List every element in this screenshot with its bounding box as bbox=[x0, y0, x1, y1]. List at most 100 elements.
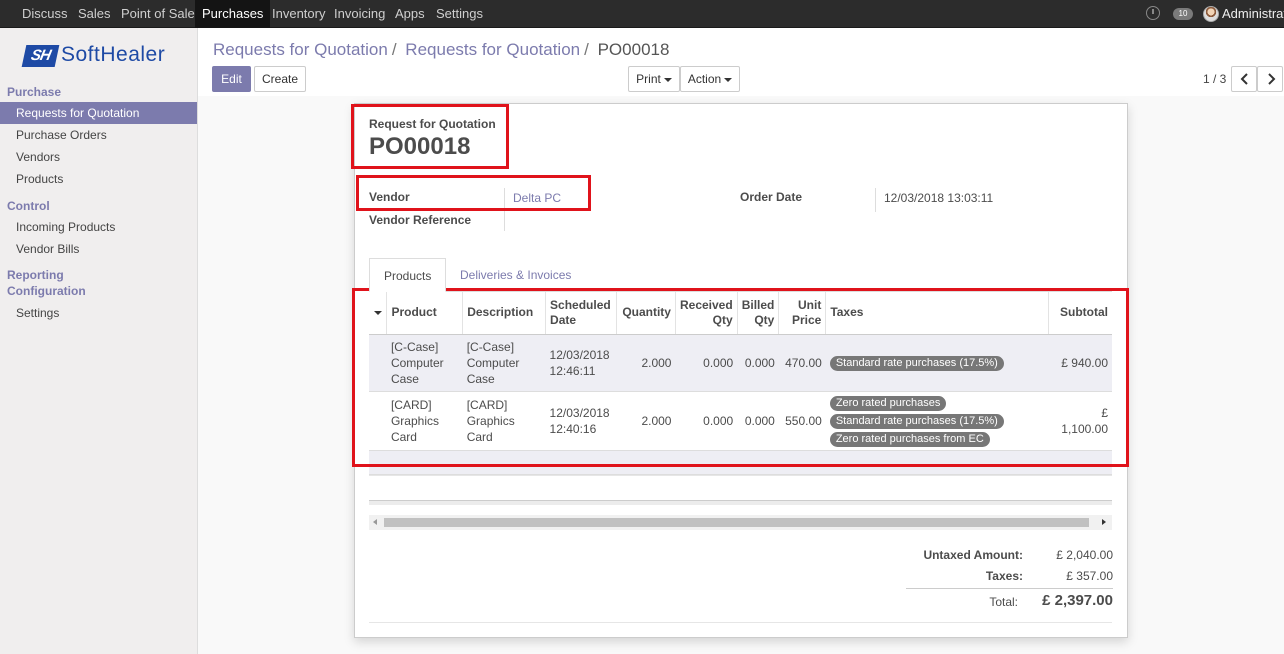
edit-button[interactable]: Edit bbox=[212, 66, 251, 92]
print-label: Print bbox=[636, 72, 661, 86]
table-row[interactable]: [C-Case] Computer Case [C-Case] Computer… bbox=[369, 334, 1112, 392]
taxes-label: Taxes: bbox=[985, 569, 1023, 583]
column-header-subtotal[interactable]: Subtotal bbox=[1047, 292, 1112, 335]
tab-products[interactable]: Products bbox=[369, 258, 447, 292]
menu-discuss[interactable]: Discuss bbox=[15, 0, 75, 28]
pager-previous-button[interactable] bbox=[1231, 66, 1257, 92]
sidebar-item-settings[interactable]: Settings bbox=[0, 302, 197, 324]
tax-tag: Zero rated purchases bbox=[829, 395, 947, 411]
cell-subtotal: £ 940.00 bbox=[1048, 334, 1112, 392]
cell-description: [C-Case] Computer Case bbox=[462, 334, 546, 392]
sidebar-item-requests-for-quotation[interactable]: Requests for Quotation bbox=[0, 102, 197, 124]
cell-product: [CARD] Graphics Card bbox=[386, 391, 463, 451]
sidebar-section-purchase[interactable]: Purchase bbox=[7, 84, 61, 100]
cell-subtotal: £ 1,100.00 bbox=[1048, 391, 1112, 451]
sidebar-item-vendors[interactable]: Vendors bbox=[0, 146, 197, 168]
sidebar-item-products[interactable]: Products bbox=[0, 168, 197, 190]
breadcrumb-link-1[interactable]: Requests for Quotation bbox=[213, 40, 388, 59]
breadcrumb-current: PO00018 bbox=[597, 40, 670, 59]
table-empty-row[interactable] bbox=[369, 450, 1112, 475]
menu-settings[interactable]: Settings bbox=[429, 0, 490, 28]
cell-scheduled-date: 12/03/2018 12:46:11 bbox=[545, 334, 617, 392]
sidebar: SH SoftHealer Purchase Requests for Quot… bbox=[0, 28, 198, 654]
total-value: £ 2,397.00 bbox=[1042, 592, 1113, 609]
sidebar-item-purchase-orders[interactable]: Purchase Orders bbox=[0, 124, 197, 146]
column-header-quantity[interactable]: Quantity bbox=[616, 292, 676, 335]
tab-deliveries-invoices[interactable]: Deliveries & Invoices bbox=[446, 258, 585, 292]
scrollbar-thumb[interactable] bbox=[384, 518, 1089, 527]
sidebar-item-incoming-products[interactable]: Incoming Products bbox=[0, 216, 197, 238]
user-menu[interactable]: Administrato bbox=[1222, 0, 1284, 28]
breadcrumb: Requests for Quotation / Requests for Quo… bbox=[213, 40, 670, 59]
vendor-link[interactable]: Delta PC bbox=[513, 191, 561, 205]
table-row[interactable]: [CARD] Graphics Card [CARD] Graphics Car… bbox=[369, 391, 1112, 451]
cell-taxes: Zero rated purchases Standard rate purch… bbox=[825, 391, 1049, 451]
caret-down-icon bbox=[373, 311, 382, 316]
sidebar-item-vendor-bills[interactable]: Vendor Bills bbox=[0, 238, 197, 260]
table-header-row: Product Description Scheduled Date Quant… bbox=[369, 292, 1112, 335]
logo-mark: SH bbox=[21, 45, 60, 67]
user-avatar[interactable] bbox=[1203, 6, 1219, 22]
column-header-billed-qty[interactable]: Billed Qty bbox=[736, 292, 779, 335]
cell-product: [C-Case] Computer Case bbox=[386, 334, 463, 392]
breadcrumb-link-2[interactable]: Requests for Quotation bbox=[405, 40, 580, 59]
tax-tag: Standard rate purchases (17.5%) bbox=[829, 355, 1004, 371]
cell-received-qty: 0.000 bbox=[675, 334, 738, 392]
tax-tag: Zero rated purchases from EC bbox=[829, 431, 990, 447]
cell-unit-price: 550.00 bbox=[778, 391, 826, 451]
pager-value[interactable]: 1 / 3 bbox=[1203, 72, 1226, 86]
total-label: Total: bbox=[989, 595, 1018, 609]
chevron-left-icon bbox=[1240, 73, 1248, 85]
column-options-toggle[interactable] bbox=[369, 292, 387, 335]
scroll-left-icon[interactable] bbox=[373, 519, 377, 525]
column-header-taxes[interactable]: Taxes bbox=[825, 292, 1049, 335]
menu-point-of-sale[interactable]: Point of Sale bbox=[114, 0, 202, 28]
cell-quantity: 2.000 bbox=[616, 334, 676, 392]
print-button[interactable]: Print bbox=[628, 66, 680, 92]
menu-apps[interactable]: Apps bbox=[388, 0, 432, 28]
cell-scheduled-date: 12/03/2018 12:40:16 bbox=[545, 391, 617, 451]
column-header-product[interactable]: Product bbox=[386, 292, 463, 335]
sidebar-section-control[interactable]: Control bbox=[7, 198, 50, 214]
cell-billed-qty: 0.000 bbox=[737, 391, 779, 451]
scroll-right-icon[interactable] bbox=[1102, 519, 1106, 525]
menu-purchases[interactable]: Purchases bbox=[195, 0, 271, 28]
table-footer bbox=[369, 500, 1112, 505]
action-button[interactable]: Action bbox=[680, 66, 740, 92]
chevron-right-icon bbox=[1268, 73, 1276, 85]
cell-taxes: Standard rate purchases (17.5%) bbox=[825, 334, 1049, 392]
column-header-description[interactable]: Description bbox=[462, 292, 546, 335]
create-button[interactable]: Create bbox=[254, 66, 306, 92]
divider bbox=[369, 622, 1112, 623]
order-lines-table: Product Description Scheduled Date Quant… bbox=[369, 292, 1112, 475]
vendor-reference-label: Vendor Reference bbox=[369, 213, 472, 227]
menu-inventory[interactable]: Inventory bbox=[265, 0, 332, 28]
divider bbox=[369, 475, 1112, 476]
document-type: Request for Quotation bbox=[369, 117, 496, 131]
top-navbar: Discuss Sales Point of Sale Purchases In… bbox=[0, 0, 1284, 28]
vendor-label: Vendor bbox=[369, 190, 410, 204]
untaxed-amount-value: £ 2,040.00 bbox=[1056, 548, 1113, 562]
column-header-unit-price[interactable]: Unit Price bbox=[778, 292, 826, 335]
menu-invoicing[interactable]: Invoicing bbox=[327, 0, 392, 28]
column-header-scheduled-date[interactable]: Scheduled Date bbox=[545, 292, 617, 335]
untaxed-amount-label: Untaxed Amount: bbox=[923, 548, 1023, 562]
caret-down-icon bbox=[724, 77, 733, 82]
horizontal-scrollbar[interactable] bbox=[369, 515, 1112, 530]
cell-quantity: 2.000 bbox=[616, 391, 676, 451]
cell-unit-price: 470.00 bbox=[778, 334, 826, 392]
order-date-value: 12/03/2018 13:03:11 bbox=[884, 191, 994, 205]
order-date-label: Order Date bbox=[740, 190, 803, 204]
sidebar-section-configuration[interactable]: Configuration bbox=[7, 283, 86, 299]
menu-sales[interactable]: Sales bbox=[71, 0, 118, 28]
sidebar-section-reporting[interactable]: Reporting bbox=[7, 267, 64, 283]
activity-clock-icon[interactable] bbox=[1146, 6, 1160, 20]
taxes-value: £ 357.00 bbox=[1066, 569, 1113, 583]
logo-text: SoftHealer bbox=[61, 43, 166, 66]
cell-billed-qty: 0.000 bbox=[737, 334, 779, 392]
document-number: PO00018 bbox=[369, 133, 471, 160]
chat-count-badge[interactable]: 10 bbox=[1173, 8, 1193, 20]
action-label: Action bbox=[687, 72, 722, 86]
column-header-received-qty[interactable]: Received Qty bbox=[674, 292, 738, 335]
pager-next-button[interactable] bbox=[1257, 66, 1283, 92]
